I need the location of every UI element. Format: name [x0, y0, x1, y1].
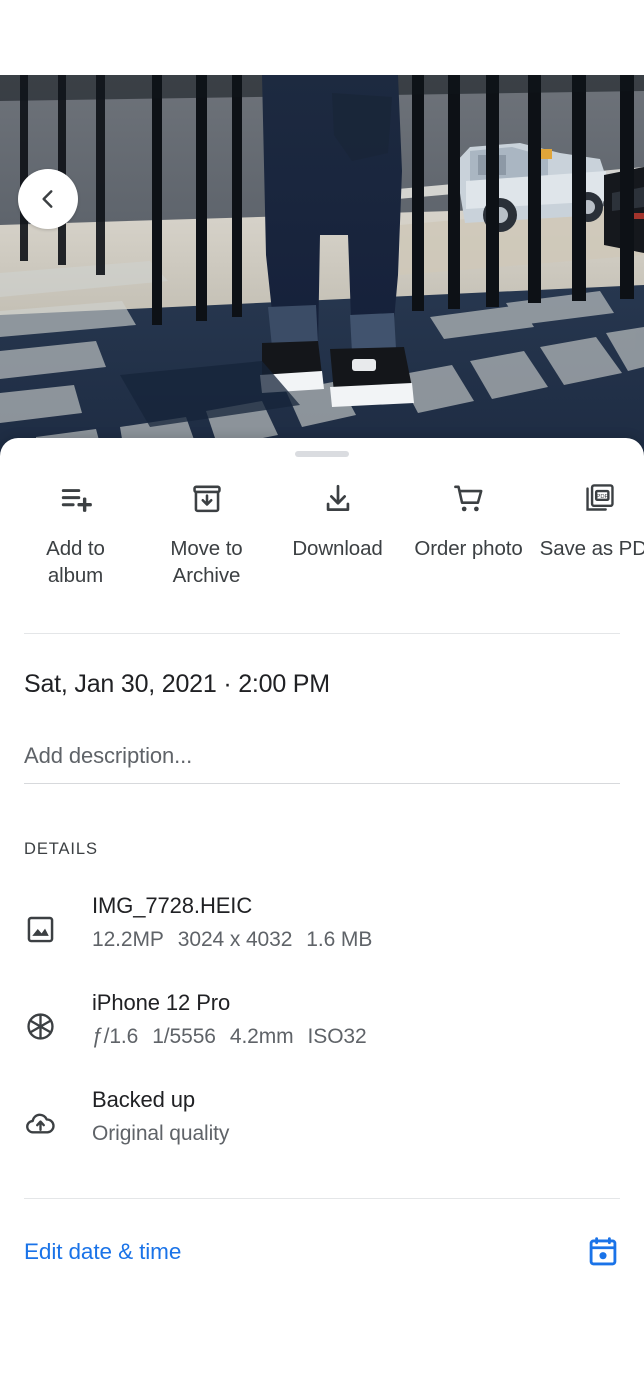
aperture-icon: [24, 988, 68, 1043]
sheet-drag-handle[interactable]: [295, 451, 349, 457]
backup-status: Backed up: [92, 1087, 196, 1112]
detail-row-camera[interactable]: iPhone 12 Pro ƒ/1.6 1/5556 4.2mm ISO32: [0, 988, 644, 1053]
edit-date-time-label: Edit date & time: [24, 1239, 182, 1264]
file-name: IMG_7728.HEIC: [92, 893, 253, 918]
action-label: Download: [292, 537, 383, 560]
description-input[interactable]: Add description...: [24, 743, 620, 784]
svg-text:PDF: PDF: [596, 494, 608, 500]
action-move-to-archive[interactable]: Move to Archive: [141, 479, 272, 589]
image-icon: [24, 891, 68, 946]
detail-row-file[interactable]: IMG_7728.HEIC 12.2MP 3024 x 4032 1.6 MB: [0, 891, 644, 956]
action-label: Save as PDF: [539, 537, 644, 560]
divider-bottom: [24, 1198, 620, 1199]
action-label: Move to Archive: [170, 537, 243, 587]
photo-date-time[interactable]: Sat, Jan 30, 2021 · 2:00 PM: [24, 670, 644, 699]
action-add-to-album[interactable]: Add to album: [10, 479, 141, 589]
photo-viewer[interactable]: [0, 75, 644, 465]
backup-quality: Original quality: [92, 1122, 230, 1145]
playlist-add-icon: [59, 479, 93, 519]
action-download[interactable]: Download: [272, 479, 403, 589]
photo-image: [0, 75, 644, 465]
archive-icon: [190, 479, 224, 519]
pdf-icon: PDF: [583, 479, 617, 519]
camera-model: iPhone 12 Pro: [92, 990, 231, 1015]
cloud-upload-icon: [24, 1085, 68, 1140]
details-bottom-sheet: Add to album Move to Archive Download Or…: [0, 438, 644, 1394]
chevron-left-icon: [42, 190, 53, 208]
camera-meta: ƒ/1.6 1/5556 4.2mm ISO32: [92, 1025, 367, 1048]
action-save-as-pdf[interactable]: PDF Save as PDF: [534, 479, 644, 589]
calendar-icon[interactable]: [586, 1235, 620, 1269]
detail-row-backup[interactable]: Backed up Original quality: [0, 1085, 644, 1150]
download-icon: [321, 479, 355, 519]
file-meta: 12.2MP 3024 x 4032 1.6 MB: [92, 928, 373, 951]
back-button[interactable]: [18, 169, 78, 229]
details-section-header: DETAILS: [24, 840, 98, 858]
divider-top: [24, 633, 620, 634]
action-label: Add to album: [46, 537, 105, 587]
edit-date-time-row[interactable]: Edit date & time: [0, 1235, 644, 1269]
action-button-row: Add to album Move to Archive Download Or…: [0, 479, 644, 589]
action-label: Order photo: [414, 537, 523, 560]
action-order-photo[interactable]: Order photo: [403, 479, 534, 589]
shopping-cart-icon: [452, 479, 486, 519]
